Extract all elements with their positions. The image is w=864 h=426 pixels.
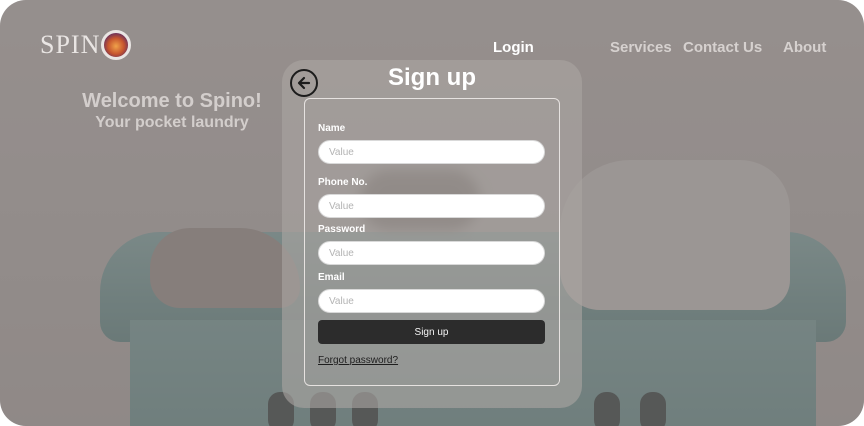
name-label: Name xyxy=(318,123,346,134)
app-frame: SPIN Login Services Contact Us About Wel… xyxy=(0,0,864,426)
nav-services-link[interactable]: Services xyxy=(610,39,672,56)
email-input[interactable] xyxy=(318,289,545,313)
signup-title: Sign up xyxy=(388,64,476,91)
name-input[interactable] xyxy=(318,140,545,164)
brand-logo[interactable]: SPIN xyxy=(40,30,132,60)
nav-login-link[interactable]: Login xyxy=(493,39,534,56)
password-label: Password xyxy=(318,224,366,235)
password-input[interactable] xyxy=(318,241,545,265)
email-label: Email xyxy=(318,272,345,283)
nav-about-link[interactable]: About xyxy=(783,39,826,56)
signup-submit-button[interactable]: Sign up xyxy=(318,320,545,344)
forgot-password-link[interactable]: Forgot password? xyxy=(318,355,398,366)
spino-logo-badge-icon xyxy=(101,30,132,60)
brand-name: SPIN xyxy=(40,30,101,59)
phone-label: Phone No. xyxy=(318,177,368,188)
nav-contact-link[interactable]: Contact Us xyxy=(683,39,762,56)
phone-input[interactable] xyxy=(318,194,545,218)
